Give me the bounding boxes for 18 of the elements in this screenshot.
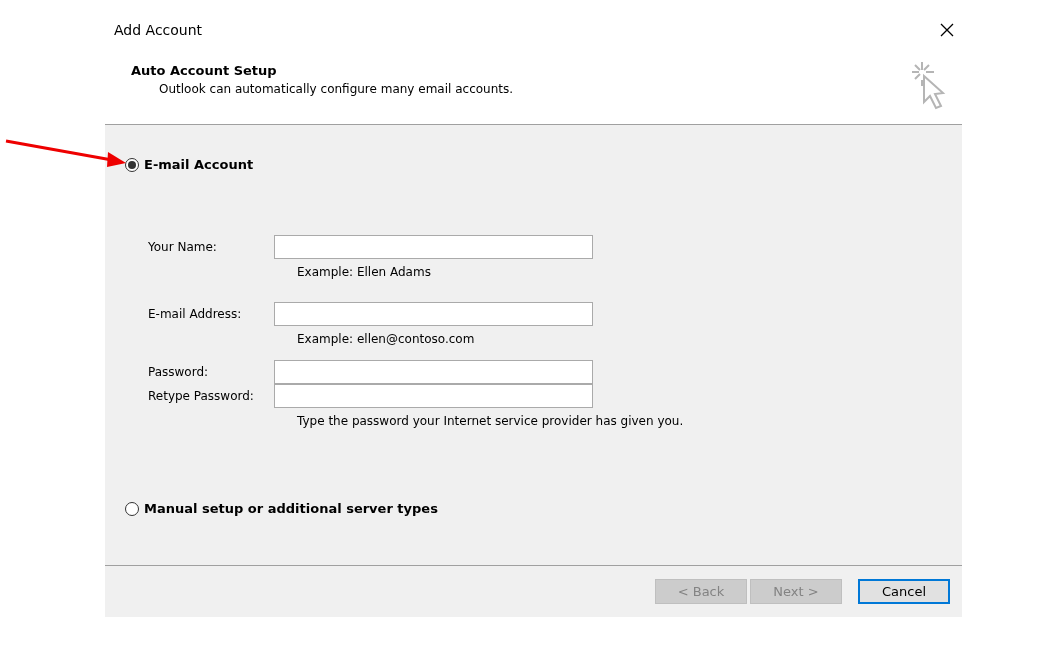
field-label: Password:	[148, 365, 210, 379]
text-input[interactable]	[274, 360, 593, 384]
section-title: Auto Account Setup	[131, 63, 278, 78]
close-icon[interactable]	[940, 23, 954, 37]
field-hint: Type the password your Internet service provider has given you.	[297, 414, 685, 428]
radio-option[interactable]: E-mail Account	[125, 157, 254, 172]
radio-option[interactable]: Manual setup or additional server types	[125, 501, 438, 516]
field-label: Your Name:	[148, 240, 218, 254]
field-label: E-mail Address:	[148, 307, 243, 321]
text-input[interactable]	[274, 235, 593, 259]
text-input[interactable]	[274, 302, 593, 326]
section-subtitle: Outlook can automatically configure many email accounts.	[158, 82, 514, 96]
field-label: Retype Password:	[148, 389, 255, 403]
window-title: Add Account	[114, 22, 203, 38]
field-hint: Example: Ellen Adams	[297, 265, 432, 279]
dialog-button[interactable]: Cancel	[858, 579, 950, 604]
field-hint: Example: ellen@contoso.com	[297, 332, 476, 346]
text-input[interactable]	[274, 384, 593, 408]
